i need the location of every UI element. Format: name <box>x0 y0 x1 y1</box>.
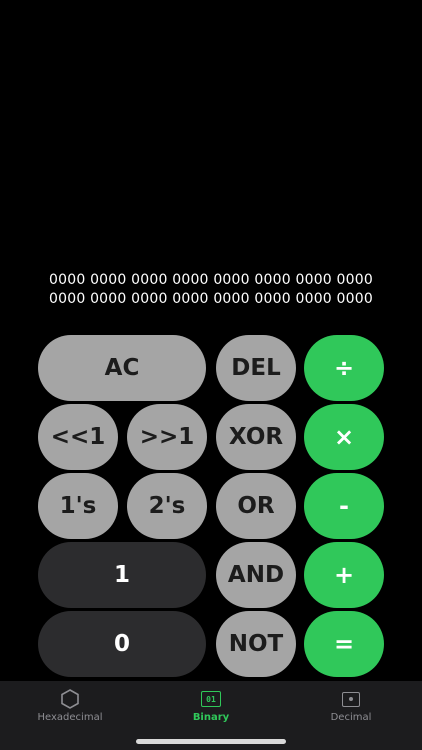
tab-hexadecimal[interactable]: Hexadecimal <box>0 681 140 733</box>
equals-button[interactable]: = <box>304 611 384 677</box>
plus-button[interactable]: + <box>304 542 384 608</box>
divide-button[interactable]: ÷ <box>304 335 384 401</box>
xor-button[interactable]: XOR <box>216 404 296 470</box>
home-indicator[interactable] <box>136 739 286 744</box>
shift-left-button[interactable]: <<1 <box>38 404 118 470</box>
shift-right-button[interactable]: >>1 <box>127 404 207 470</box>
hexagon-icon <box>59 688 81 710</box>
ac-button[interactable]: AC <box>38 335 206 401</box>
tab-decimal[interactable]: Decimal <box>281 681 421 733</box>
display-line-1: 0000 0000 0000 0000 0000 0000 0000 0000 <box>49 272 373 288</box>
multiply-button[interactable]: × <box>304 404 384 470</box>
ones-complement-button[interactable]: 1's <box>38 473 118 539</box>
and-button[interactable]: AND <box>216 542 296 608</box>
decimal-icon <box>342 688 360 710</box>
or-button[interactable]: OR <box>216 473 296 539</box>
binary-icon-text: 01 <box>201 691 221 707</box>
calculator-screen: 0000 0000 0000 0000 0000 0000 0000 0000 … <box>0 0 422 750</box>
minus-button[interactable]: - <box>304 473 384 539</box>
digit-zero-button[interactable]: 0 <box>38 611 206 677</box>
not-button[interactable]: NOT <box>216 611 296 677</box>
digit-one-button[interactable]: 1 <box>38 542 206 608</box>
binary-icon: 01 <box>201 688 221 710</box>
tab-hexadecimal-label: Hexadecimal <box>37 712 103 723</box>
display-line-2: 0000 0000 0000 0000 0000 0000 0000 0000 <box>49 291 373 307</box>
twos-complement-button[interactable]: 2's <box>127 473 207 539</box>
tab-binary[interactable]: 01 Binary <box>141 681 281 733</box>
binary-display: 0000 0000 0000 0000 0000 0000 0000 0000 … <box>0 271 422 309</box>
tab-decimal-label: Decimal <box>330 712 372 723</box>
tab-binary-label: Binary <box>192 712 230 723</box>
delete-button[interactable]: DEL <box>216 335 296 401</box>
